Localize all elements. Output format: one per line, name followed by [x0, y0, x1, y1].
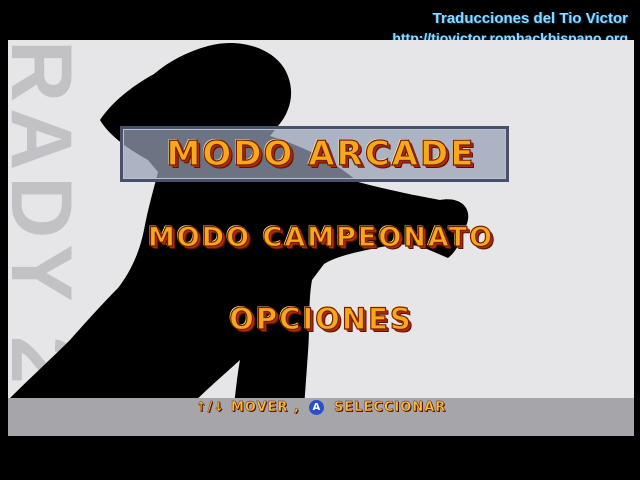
move-label: MOVER , [230, 400, 300, 415]
translator-credit: Traducciones del Tio Victor [432, 10, 628, 27]
game-screen: RADY 2 R MODO ARCADE MODO CAMPEONATO OPC… [8, 40, 634, 436]
menu-item-opciones[interactable]: OPCIONES [8, 301, 634, 336]
up-down-arrows-icon: ↑/↓ [195, 400, 226, 415]
select-label: SELECCIONAR [333, 400, 447, 415]
menu-item-modo-arcade[interactable]: MODO ARCADE [8, 133, 634, 174]
menu-item-modo-campeonato[interactable]: MODO CAMPEONATO [8, 221, 634, 253]
a-button-icon: A [309, 400, 325, 415]
controls-hint: ↑/↓ MOVER , A SELECCIONAR [8, 400, 634, 415]
